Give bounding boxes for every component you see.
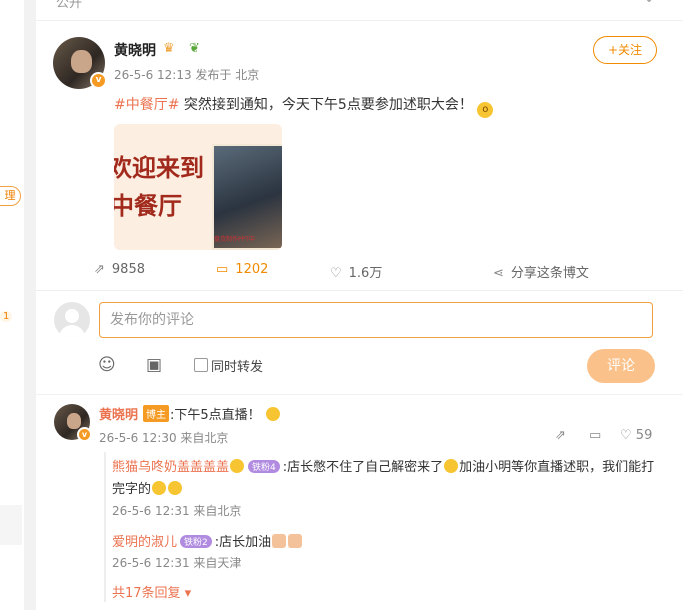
- left-sidebar: 理 1: [0, 0, 24, 610]
- chevron-down-icon[interactable]: ⌄: [643, 0, 655, 6]
- emoji-icon: [168, 481, 183, 495]
- more-replies-link[interactable]: 共17条回复 ▾: [112, 582, 191, 601]
- comment-input[interactable]: 发布你的评论: [99, 302, 653, 338]
- sidebar-badge: 1: [0, 311, 13, 322]
- repost-count: 9858: [111, 262, 145, 277]
- thumbs-up-emoji-icon: [288, 534, 303, 548]
- shocked-emoji-icon: o: [477, 102, 494, 118]
- image-upload-icon[interactable]: ▣: [146, 355, 162, 375]
- emoji-icon: [152, 481, 167, 495]
- image-text-line2: 中餐厅: [114, 191, 182, 220]
- reply-author[interactable]: 熊猫乌咚奶盖盖盖盖: [112, 460, 229, 475]
- reply-author[interactable]: 爱明的淑儿: [112, 535, 177, 550]
- author-name[interactable]: 黄晓明: [114, 40, 156, 60]
- post-card: 公开 ⌄ v 黄晓明 ♛ ❦ 26-5-6 12:13 发布于 北京 +关注 #…: [36, 0, 683, 610]
- comment-reply-icon[interactable]: ▭: [589, 428, 601, 443]
- post-image[interactable]: 欢迎来到 中餐厅 盘货制作PPT中: [114, 124, 282, 250]
- sprout-icon: ❦: [189, 41, 200, 56]
- emoji-icon: [265, 407, 280, 421]
- comment-like-button[interactable]: ♡ 59: [620, 428, 652, 443]
- hashtag-link[interactable]: #中餐厅#: [114, 97, 179, 113]
- reply-text: :店长加油: [214, 535, 272, 550]
- comment-button[interactable]: ▭ 1202: [216, 262, 268, 277]
- comment-text: :下午5点直播！: [170, 404, 281, 423]
- reply-thread: 熊猫乌咚奶盖盖盖盖 铁粉4:店长憋不住了自己解密来了 加油小明等你直播述职，我们能打…: [104, 452, 661, 602]
- image-text-line1: 欢迎来到: [114, 153, 204, 182]
- reply-time: 26-5-6 12:31 来自天津: [112, 556, 242, 570]
- comment-count: 1202: [235, 262, 269, 277]
- comment-time: 26-5-6 12:30 来自北京: [99, 431, 229, 445]
- my-avatar: [54, 302, 90, 338]
- divider: [36, 394, 683, 395]
- share-button[interactable]: ⋖ 分享这条博文: [493, 262, 589, 281]
- sidebar-tag[interactable]: 理: [0, 186, 21, 206]
- emoji-icon: [444, 459, 459, 473]
- fan-level-badge: 铁粉4: [248, 460, 280, 473]
- visibility-label: 公开: [56, 0, 83, 11]
- reply-text: 加油小明等你直播述职，我们能打: [459, 460, 655, 475]
- thumbs-up-icon: ♡: [620, 428, 632, 443]
- action-bar: ⇗ 9858 ▭ 1202 ♡ 1.6万 ⋖ 分享这条博文: [36, 258, 683, 282]
- like-count: 1.6万: [348, 266, 383, 281]
- emoji-icon[interactable]: ☺: [98, 355, 116, 375]
- image-caption: 盘货制作PPT中: [214, 236, 255, 243]
- submit-comment-button[interactable]: 评论: [587, 349, 655, 383]
- reply-time: 26-5-6 12:31 来自北京: [112, 504, 242, 518]
- share-label: 分享这条博文: [510, 266, 589, 281]
- reply-item: 爱明的淑儿 铁粉2:店长加油: [112, 531, 303, 550]
- divider: [36, 20, 683, 21]
- repost-checkbox[interactable]: [194, 358, 208, 372]
- comment-repost-icon[interactable]: ⇗: [555, 428, 566, 443]
- crown-icon: ♛: [163, 41, 175, 56]
- share-icon: ⋖: [493, 266, 504, 281]
- sidebar-panel: [0, 505, 22, 545]
- emoji-icon: [230, 459, 245, 473]
- commenter-name[interactable]: 黄晓明: [99, 404, 138, 423]
- reply-text-wrap: 完字的: [112, 478, 183, 497]
- verified-icon: v: [77, 427, 92, 442]
- divider: [36, 290, 683, 291]
- like-button[interactable]: ♡ 1.6万: [330, 262, 382, 281]
- repost-button[interactable]: ⇗ 9858: [94, 262, 145, 277]
- verified-icon: v: [90, 72, 107, 89]
- fan-level-badge: 铁粉2: [180, 535, 212, 548]
- reply-item: 熊猫乌咚奶盖盖盖盖 铁粉4:店长憋不住了自己解密来了 加油小明等你直播述职，我们能打: [112, 456, 654, 475]
- comment-like-count: 59: [635, 428, 653, 443]
- post-body: 突然接到通知，今天下午5点要参加述职大会！: [179, 97, 473, 113]
- reply-text: :店长憋不住了自己解密来了: [282, 460, 444, 475]
- repost-icon: ⇗: [94, 262, 105, 277]
- post-text: #中餐厅# 突然接到通知，今天下午5点要参加述职大会！ o: [114, 94, 494, 118]
- repost-checkbox-label: 同时转发: [211, 360, 264, 375]
- thumbs-up-emoji-icon: [272, 534, 287, 548]
- comment-icon: ▭: [216, 262, 229, 277]
- post-time[interactable]: 26-5-6 12:13 发布于 北京: [114, 66, 259, 83]
- author-badge: 博主: [143, 405, 169, 422]
- follow-button[interactable]: +关注: [593, 36, 657, 64]
- thumbs-up-icon: ♡: [330, 266, 342, 281]
